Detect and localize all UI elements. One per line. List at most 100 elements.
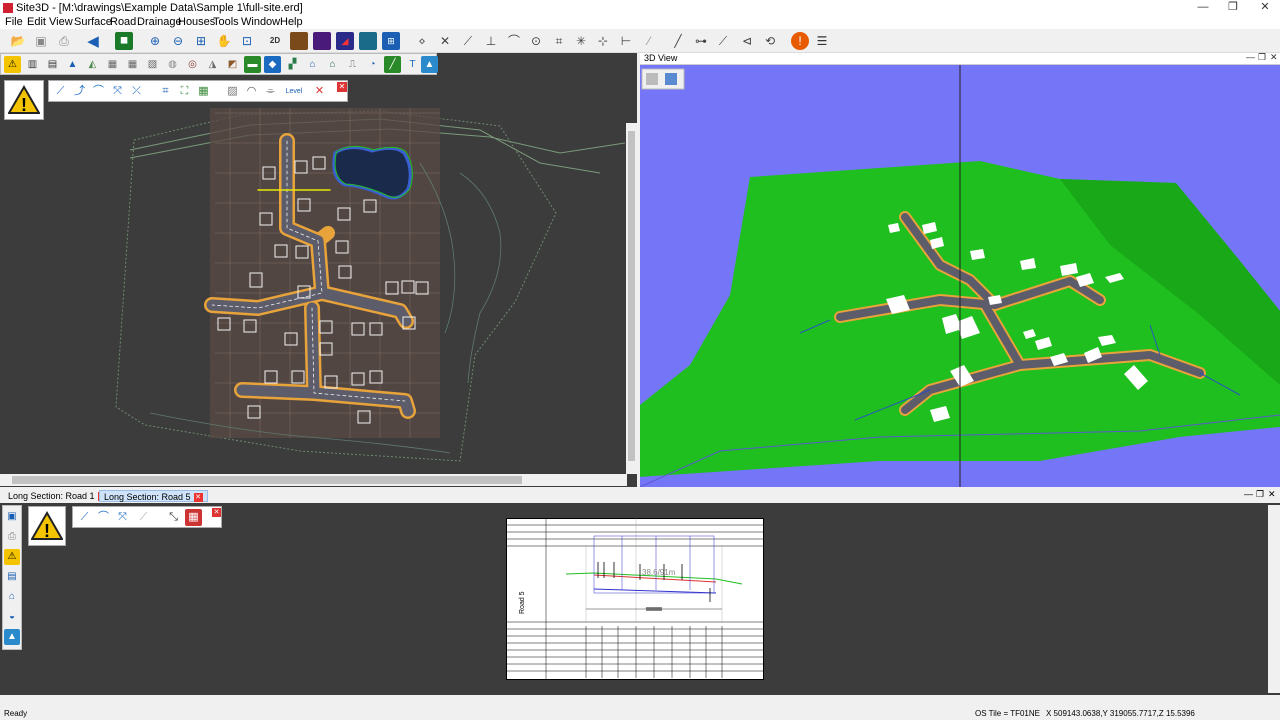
menu-tools[interactable]: Tools: [213, 16, 239, 28]
menu-edit[interactable]: Edit: [27, 16, 46, 28]
open-folder-icon[interactable]: 📂: [9, 32, 27, 50]
snap-nearest-icon[interactable]: ⟋: [459, 32, 477, 50]
save-icon[interactable]: ▣: [32, 32, 50, 50]
snap-centre-icon[interactable]: ⊙: [527, 32, 545, 50]
tool-10-icon[interactable]: ◎: [184, 56, 201, 73]
snap-point-icon[interactable]: ⋄: [413, 32, 431, 50]
3d-view-pane[interactable]: 3D View — ❐ ✕: [640, 53, 1280, 487]
properties-icon[interactable]: ☰: [813, 32, 831, 50]
close-button[interactable]: ✕: [1250, 0, 1280, 15]
road-toolbar-close-icon[interactable]: ✕: [337, 82, 347, 92]
snap-intersection-icon[interactable]: ✕: [436, 32, 454, 50]
menu-help[interactable]: Help: [280, 16, 303, 28]
plan-view-icon[interactable]: [359, 32, 377, 50]
tab-long-section-road-5[interactable]: Long Section: Road 5 ✕: [99, 490, 208, 503]
tool-18-icon[interactable]: ⎍: [344, 56, 361, 73]
snap-perpendicular-icon[interactable]: ⊥: [482, 32, 500, 50]
menu-road[interactable]: Road: [110, 16, 136, 28]
ls-grade-icon[interactable]: ⤡: [165, 509, 182, 526]
plan-drawing[interactable]: [0, 53, 637, 487]
tool-16-icon[interactable]: ⌂: [304, 56, 321, 73]
warning-icon[interactable]: ⚠: [4, 56, 21, 73]
3d-view-icon[interactable]: ⊞: [382, 32, 400, 50]
ls-terrain-icon[interactable]: ▲: [4, 629, 20, 645]
minimize-button[interactable]: —: [1188, 0, 1218, 15]
road-add-point-icon[interactable]: ⟋: [52, 83, 69, 100]
snap-tangent-icon[interactable]: ⌒: [505, 32, 523, 50]
ls-print-icon[interactable]: ⎙: [4, 529, 20, 545]
render-view-icon[interactable]: [313, 32, 331, 50]
tool-3-icon[interactable]: ▤: [44, 56, 61, 73]
tool-4-icon[interactable]: ▲: [64, 56, 81, 73]
back-icon[interactable]: ◀: [84, 32, 102, 50]
ls-toolbar-close-icon[interactable]: ✕: [212, 508, 221, 517]
ls-curve-icon[interactable]: ⌒: [95, 509, 112, 526]
menu-surface[interactable]: Surface: [74, 16, 112, 28]
pan-hand-icon[interactable]: ✋: [215, 32, 233, 50]
menu-drainage[interactable]: Drainage: [137, 16, 182, 28]
tool-12-icon[interactable]: ◩: [224, 56, 241, 73]
zoom-in-icon[interactable]: ⊕: [146, 32, 164, 50]
snap-midpoint-icon[interactable]: ⊹: [594, 32, 612, 50]
road-turnhead-icon[interactable]: ⛶: [176, 83, 193, 100]
tool-20-icon[interactable]: ╱: [384, 56, 401, 73]
menu-view[interactable]: View: [49, 16, 73, 28]
tool-7-icon[interactable]: ▦: [124, 56, 141, 73]
zoom-out-icon[interactable]: ⊖: [169, 32, 187, 50]
long-section-sheet[interactable]: 38.6/91m Road 5: [506, 518, 764, 680]
ls-save-icon[interactable]: ▣: [4, 509, 20, 525]
tool-6-icon[interactable]: ▦: [104, 56, 121, 73]
snap-all-icon[interactable]: ✳: [572, 32, 590, 50]
road-delete-point-icon[interactable]: ⤫: [128, 83, 145, 100]
ls-vertical-scrollbar[interactable]: [1268, 505, 1280, 693]
tool-9-icon[interactable]: ◍: [164, 56, 181, 73]
ls-house-icon[interactable]: ⌂: [4, 589, 20, 605]
ls-drain-icon[interactable]: ◒: [4, 609, 20, 625]
terrain-view-icon[interactable]: [290, 32, 308, 50]
plan-warning-button[interactable]: !: [4, 80, 44, 120]
road-slope-icon[interactable]: ⌯: [262, 83, 279, 100]
ls-close-button[interactable]: ✕: [1268, 489, 1276, 500]
snap-grid-icon[interactable]: ⌗: [550, 32, 568, 50]
tool-8-icon[interactable]: ▧: [144, 56, 161, 73]
dimension-tool-icon[interactable]: ⊶: [692, 32, 710, 50]
section-view-icon[interactable]: ◢: [336, 32, 354, 50]
snap-parallel-icon[interactable]: ⊢: [617, 32, 635, 50]
ls-delete-point-icon[interactable]: ⟋: [135, 509, 152, 526]
tool-21-icon[interactable]: T: [404, 56, 421, 73]
long-section-drawing[interactable]: 38.6/91m Road 5: [506, 518, 764, 680]
road-curve-icon[interactable]: ⌒: [90, 83, 107, 100]
rotate-tool-icon[interactable]: ⟲: [761, 32, 779, 50]
ls-add-point-icon[interactable]: ⟋: [76, 509, 93, 526]
ls-restore-button[interactable]: ❐: [1256, 489, 1264, 500]
road-insert-point-icon[interactable]: ⤴: [71, 83, 88, 100]
snap-off-icon[interactable]: ⁄: [640, 32, 658, 50]
ls-move-icon[interactable]: ⤧: [114, 509, 131, 526]
plan-view[interactable]: ⚠ ▥ ▤ ▲ ◭ ▦ ▦ ▧ ◍ ◎ ◮ ◩ ▬ ◆ ▞ ⌂ ⌂ ⎍ ◔ ╱ …: [0, 53, 637, 487]
tool-13-icon[interactable]: ▬: [244, 56, 261, 73]
surface-icon[interactable]: ◼: [115, 32, 133, 50]
offset-tool-icon[interactable]: ⊲: [738, 32, 756, 50]
view-2d-icon[interactable]: 2D: [266, 32, 284, 50]
print-icon[interactable]: ⎙: [55, 32, 73, 50]
ls-minimize-button[interactable]: —: [1244, 489, 1253, 499]
3d-view-close-button[interactable]: ✕: [1270, 53, 1278, 63]
tool-17-icon[interactable]: ⌂: [324, 56, 341, 73]
menu-file[interactable]: File: [5, 16, 23, 28]
restore-button[interactable]: ❐: [1218, 0, 1248, 15]
road-pattern-icon[interactable]: ▨: [224, 83, 241, 100]
tool-19-icon[interactable]: ◔: [364, 56, 381, 73]
menu-window[interactable]: Window: [241, 16, 280, 28]
road-level-button[interactable]: Level: [281, 83, 307, 100]
3d-render[interactable]: [640, 65, 1280, 487]
measure-tool-icon[interactable]: ⟋: [714, 32, 732, 50]
road-move-point-icon[interactable]: ⤧: [109, 83, 126, 100]
ls-export-icon[interactable]: ▤: [4, 569, 20, 585]
ls-warning-icon[interactable]: ⚠: [4, 549, 20, 565]
zoom-window-icon[interactable]: ⊞: [192, 32, 210, 50]
3d-view-minimize-button[interactable]: —: [1246, 53, 1255, 62]
ls-warning-button[interactable]: !: [28, 506, 66, 546]
zoom-extents-icon[interactable]: ⊡: [238, 32, 256, 50]
ls-chart-icon[interactable]: ▦: [185, 509, 202, 526]
3d-view-restore-button[interactable]: ❐: [1258, 53, 1266, 63]
